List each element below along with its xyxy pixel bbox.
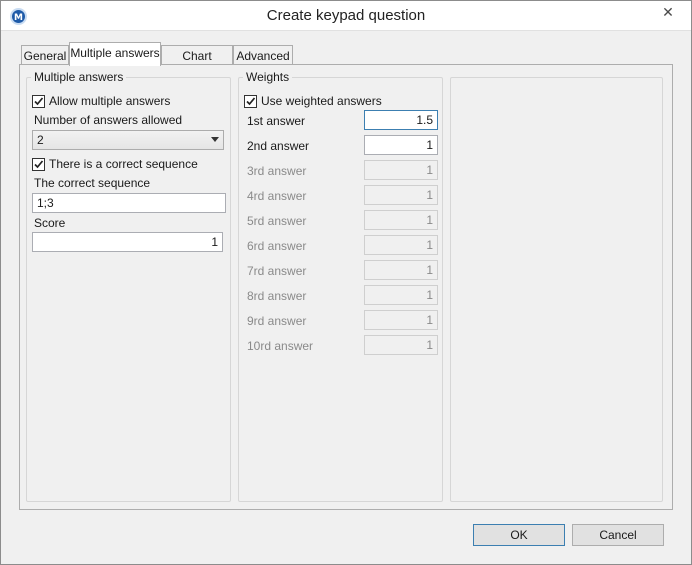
checkmark-icon <box>34 159 44 168</box>
correct-sequence-checkbox[interactable] <box>32 157 45 171</box>
use-weighted-label: Use weighted answers <box>261 94 382 108</box>
window-title: Create keypad question <box>266 7 426 24</box>
score-label: Score <box>34 216 66 230</box>
ok-button[interactable]: OK <box>473 524 565 546</box>
answer-weight-label-1: 1st answer <box>247 114 306 128</box>
answer-weight-input-10: 1 <box>364 335 438 355</box>
score-input[interactable]: 1 <box>32 232 223 252</box>
allow-multiple-checkbox[interactable] <box>32 94 45 108</box>
weights-group-label: Weights <box>243 70 293 84</box>
answer-weight-label-4: 4rd answer <box>247 189 307 203</box>
answer-weight-input-9: 1 <box>364 310 438 330</box>
tab-general[interactable]: General <box>21 45 69 66</box>
allow-multiple-label: Allow multiple answers <box>49 94 171 108</box>
tab-advanced[interactable]: Advanced <box>233 45 293 66</box>
allow-multiple-checkbox-row[interactable]: Allow multiple answers <box>32 94 170 108</box>
use-weighted-checkbox[interactable] <box>244 94 257 108</box>
answer-weight-label-9: 9rd answer <box>247 314 307 328</box>
answer-weight-input-5: 1 <box>364 210 438 230</box>
answer-weight-label-7: 7rd answer <box>247 264 307 278</box>
num-answers-label: Number of answers allowed <box>34 113 183 127</box>
answer-weight-input-7: 1 <box>364 260 438 280</box>
answer-weight-label-2: 2nd answer <box>247 139 310 153</box>
answer-weight-label-10: 10rd answer <box>247 339 314 353</box>
answer-weight-input-4: 1 <box>364 185 438 205</box>
use-weighted-checkbox-row[interactable]: Use weighted answers <box>244 94 382 108</box>
answer-weight-input-8: 1 <box>364 285 438 305</box>
correct-sequence-checkbox-label: There is a correct sequence <box>49 157 198 171</box>
answer-weight-input-3: 1 <box>364 160 438 180</box>
title-bar[interactable]: M Create keypad question ✕ <box>1 1 691 31</box>
tab-chart-options[interactable]: Chart options <box>161 45 233 83</box>
answer-weight-label-3: 3rd answer <box>247 164 307 178</box>
answer-weight-label-5: 5rd answer <box>247 214 307 228</box>
answer-weight-input-1[interactable]: 1.5 <box>364 110 438 130</box>
answer-weight-label-6: 6rd answer <box>247 239 307 253</box>
num-answers-value: 2 <box>37 133 44 147</box>
answer-weight-label-8: 8rd answer <box>247 289 307 303</box>
chevron-down-icon <box>211 137 219 142</box>
multiple-answers-group-label: Multiple answers <box>31 70 127 84</box>
answer-weight-input-6: 1 <box>364 235 438 255</box>
correct-sequence-input[interactable]: 1;3 <box>32 193 226 213</box>
close-icon[interactable]: ✕ <box>654 2 682 22</box>
correct-sequence-checkbox-row[interactable]: There is a correct sequence <box>32 157 198 171</box>
empty-group <box>450 77 663 502</box>
num-answers-select[interactable]: 2 <box>32 130 224 150</box>
correct-sequence-label: The correct sequence <box>34 176 151 190</box>
cancel-button[interactable]: Cancel <box>572 524 664 546</box>
checkmark-icon <box>246 96 256 105</box>
tab-multiple-answers[interactable]: Multiple answers <box>69 42 161 66</box>
dialog-window: M Create keypad question ✕ General Multi… <box>0 0 692 565</box>
answer-weight-input-2[interactable]: 1 <box>364 135 438 155</box>
checkmark-icon <box>34 96 44 105</box>
tab-panel: Multiple answers Allow multiple answers … <box>19 64 673 510</box>
